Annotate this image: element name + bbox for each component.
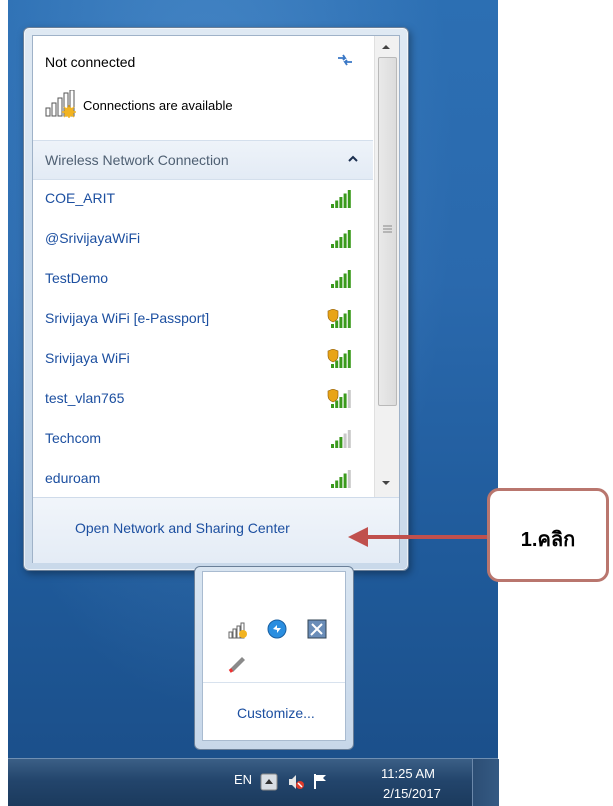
- network-tray-icon[interactable]: [227, 618, 249, 640]
- secured-signal-strength-icon: [327, 349, 351, 368]
- wifi-network-item[interactable]: test_vlan765: [33, 379, 373, 419]
- network-list-scrollbar[interactable]: [374, 36, 399, 497]
- clock-time[interactable]: 11:25 AM: [381, 766, 435, 781]
- wifi-network-name: TestDemo: [45, 270, 109, 286]
- signal-strength-icon: [331, 190, 351, 208]
- wireless-section-title: Wireless Network Connection: [45, 152, 229, 168]
- volume-muted-icon[interactable]: [287, 773, 305, 791]
- secured-signal-strength-icon: [327, 389, 351, 408]
- language-indicator[interactable]: EN: [234, 772, 252, 787]
- clock-date[interactable]: 2/15/2017: [383, 786, 441, 801]
- wireless-network-list: COE_ARIT @SrivijayaWiFi TestDemo Srivijaya …: [33, 179, 373, 497]
- network-flyout: Not connected Connections are available …: [23, 27, 409, 571]
- connection-status-title: Not connected: [45, 54, 136, 70]
- wifi-network-name: @SrivijayaWiFi: [45, 230, 141, 246]
- wifi-network-item[interactable]: eduroam: [33, 459, 373, 497]
- customize-link[interactable]: Customize...: [237, 705, 315, 721]
- flyout-footer: Open Network and Sharing Center: [33, 497, 399, 563]
- wifi-network-name: Techcom: [45, 430, 102, 446]
- callout-text: 1.คลิก: [520, 529, 576, 551]
- network-flyout-panel: Not connected Connections are available …: [32, 35, 400, 563]
- scroll-grip-icon: [383, 225, 392, 233]
- wifi-network-name: Srivijaya WiFi: [45, 350, 130, 366]
- wireless-section-header[interactable]: Wireless Network Connection: [33, 140, 373, 180]
- signal-strength-icon: [331, 430, 351, 448]
- wifi-network-item[interactable]: @SrivijayaWiFi: [33, 219, 373, 259]
- blue-app-tray-icon[interactable]: [266, 618, 288, 640]
- scroll-down-arrow-icon[interactable]: [378, 475, 394, 491]
- wifi-network-name: Srivijaya WiFi [e-Passport]: [45, 310, 210, 326]
- tray-overflow-panel: Customize...: [202, 571, 346, 741]
- connections-available-icon: [45, 90, 76, 118]
- wifi-network-item[interactable]: COE_ARIT: [33, 179, 373, 219]
- callout-arrow: [348, 527, 488, 547]
- signal-strength-icon: [331, 270, 351, 288]
- tools-tray-icon[interactable]: [306, 618, 328, 640]
- taskbar: EN 11:25 AM 2/15/2017: [8, 758, 499, 806]
- refresh-networks-icon[interactable]: [336, 52, 354, 68]
- wifi-network-name: COE_ARIT: [45, 190, 116, 206]
- wifi-network-item[interactable]: Srivijaya WiFi: [33, 339, 373, 379]
- show-desktop-button[interactable]: [472, 759, 499, 806]
- tray-overflow-popup: Customize...: [194, 566, 354, 750]
- secured-signal-strength-icon: [327, 309, 351, 328]
- action-center-flag-icon[interactable]: [312, 772, 330, 790]
- connection-status-header: Not connected Connections are available: [33, 36, 373, 140]
- wifi-network-name: eduroam: [45, 470, 101, 486]
- signal-strength-icon: [331, 470, 351, 488]
- callout-box: 1.คลิก: [487, 488, 609, 582]
- chevron-up-icon[interactable]: [347, 153, 359, 165]
- wifi-network-item[interactable]: Techcom: [33, 419, 373, 459]
- wifi-network-item[interactable]: Srivijaya WiFi [e-Passport]: [33, 299, 373, 339]
- wifi-network-item[interactable]: TestDemo: [33, 259, 373, 299]
- open-network-sharing-center-link[interactable]: Open Network and Sharing Center: [75, 520, 290, 536]
- scrollbar-thumb[interactable]: [378, 57, 397, 406]
- tray-divider: [203, 682, 345, 683]
- scroll-up-arrow-icon[interactable]: [378, 39, 394, 55]
- wifi-network-name: test_vlan765: [45, 390, 125, 406]
- connections-available-text: Connections are available: [83, 98, 233, 113]
- show-hidden-icons-icon[interactable]: [260, 773, 278, 791]
- signal-strength-icon: [331, 230, 351, 248]
- pen-tray-icon[interactable]: [227, 652, 249, 674]
